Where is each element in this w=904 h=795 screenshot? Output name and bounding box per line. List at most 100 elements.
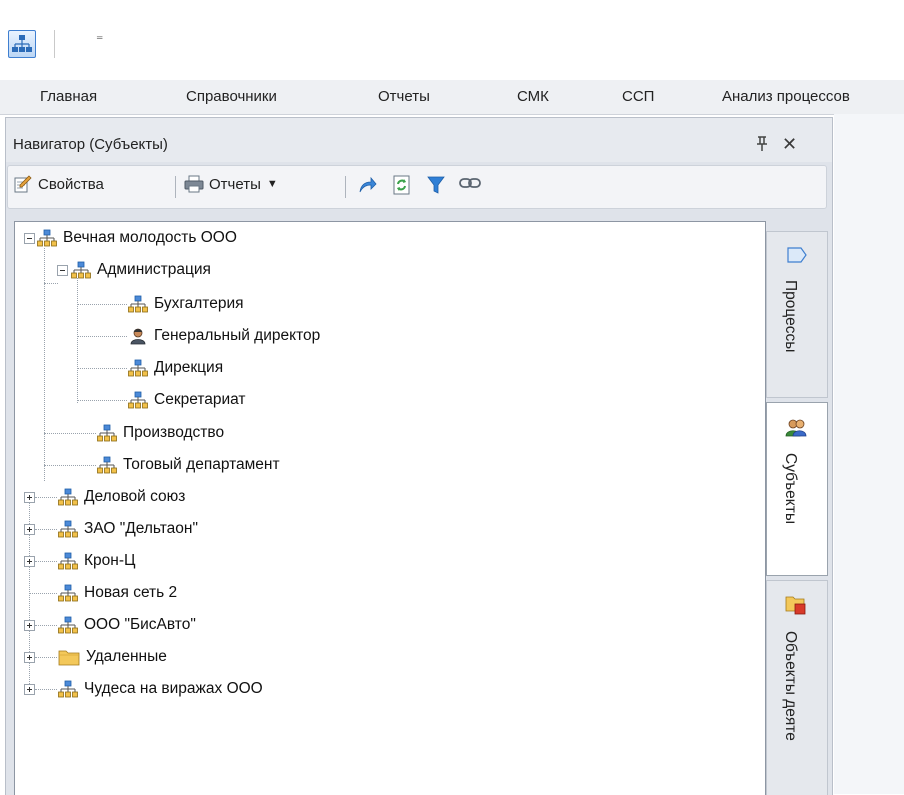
tree-node-label: Удаленные [86,648,167,665]
objects-icon [785,596,806,615]
tab-qms[interactable]: СМК [517,88,549,105]
tree-node-label: Бухгалтерия [154,295,244,312]
tree-node-label: ЗАО "Дельтаон" [84,520,198,537]
expand-icon[interactable] [24,652,35,663]
pin-icon[interactable] [755,136,769,152]
tree-node-label: Вечная молодость ООО [63,229,237,246]
tree-connector [35,529,57,530]
tree-node[interactable]: Вечная молодость ООО [37,227,237,249]
tree-node[interactable]: Дирекция [128,357,223,379]
panel-header: Навигатор (Субъекты) ✕ [6,118,832,162]
org-icon [97,456,117,474]
properties-icon [14,175,32,193]
filter-button[interactable] [427,175,445,195]
tree-node[interactable]: Производство [97,422,224,444]
tree-connector [29,593,57,594]
expand-icon[interactable] [24,492,35,503]
tree-connector [44,465,96,466]
go-to-button[interactable] [357,175,377,195]
org-icon [58,552,78,570]
tab-home[interactable]: Главная [40,88,97,105]
tab-bsc[interactable]: ССП [622,88,654,105]
close-icon[interactable]: ✕ [782,135,797,153]
tree-connector [77,400,127,401]
app-icon[interactable] [8,30,36,58]
tree-node[interactable]: Новая сеть 2 [58,582,177,604]
org-icon [128,295,148,313]
reports-label: Отчеты [209,175,261,193]
tree-connector [77,304,127,305]
tree-node-label: Генеральный директор [154,327,321,344]
tree-node[interactable]: Генеральный директор [128,325,320,347]
chevron-down-icon: ▼ [266,178,278,190]
quick-access-bar: ₌ [0,0,904,80]
tree-node-label: Администрация [97,261,211,278]
tree-node[interactable]: Тоговый департамент [97,454,280,476]
tree-node[interactable]: Чудеса на виражах ООО [58,678,263,700]
panel-title: Навигатор (Субъекты) [13,136,168,153]
link-button[interactable] [459,175,481,191]
folder-icon [58,650,80,666]
tree-node-label: Новая сеть 2 [84,584,178,601]
tree-node-label: Секретариат [154,391,246,408]
tree-node[interactable]: Деловой союз [58,486,185,508]
tree-node-label: Дирекция [154,359,224,376]
expand-icon[interactable] [24,556,35,567]
tab-process-analysis[interactable]: Анализ процессов [722,88,850,105]
quick-access-separator [54,30,55,58]
tab-reports[interactable]: Отчеты [378,88,430,105]
org-icon [58,488,78,506]
main-area [834,114,904,794]
tab-subjects[interactable]: Субъекты [766,402,828,576]
tree-node-label: Крон-Ц [84,552,136,569]
redo-arrow-icon [359,176,377,193]
tree-connector [35,689,57,690]
org-icon [58,680,78,698]
expand-icon[interactable] [24,684,35,695]
tree-node[interactable]: ООО "БисАвто" [58,614,196,636]
org-icon [97,424,117,442]
tree-node[interactable]: ЗАО "Дельтаон" [58,518,198,540]
tree-node-label: Производство [123,424,225,441]
tree-connector [44,433,96,434]
person-icon [130,328,146,345]
tree-node[interactable]: Крон-Ц [58,550,135,572]
tree-connector [35,625,57,626]
tab-directories[interactable]: Справочники [186,88,277,105]
org-icon [128,391,148,409]
tree-node[interactable]: Бухгалтерия [128,293,244,315]
customize-quick-access-icon[interactable]: ₌ [96,28,103,42]
link-icon [459,178,481,188]
process-icon [787,247,807,263]
toolbar-separator [345,176,346,198]
tree-node-label: Чудеса на виражах ООО [84,680,263,697]
tab-activity-objects-label: Объекты деяте [782,631,799,741]
tree-node[interactable]: Секретариат [128,389,246,411]
subjects-tree: Вечная молодость ООО Администрация Бухга… [14,221,766,795]
tree-connector [77,336,127,337]
tree-connector [35,561,57,562]
properties-button[interactable]: Свойства [14,175,104,193]
tab-activity-objects[interactable]: Объекты деяте [766,580,828,795]
filter-icon [427,176,445,194]
tree-node-label: ООО "БисАвто" [84,616,196,633]
expand-icon[interactable] [24,620,35,631]
collapse-icon[interactable] [24,233,35,244]
ribbon-tabs: Главная Справочники Отчеты СМК ССП Анали… [0,80,904,115]
side-tabs: Процессы Субъекты Объекты деяте [766,221,830,795]
tab-subjects-label: Субъекты [782,453,799,524]
tree-node[interactable]: Удаленные [58,646,167,668]
toolbar-separator [175,176,176,198]
properties-label: Свойства [38,175,104,193]
expand-icon[interactable] [24,524,35,535]
tree-node-label: Деловой союз [84,488,186,505]
tab-processes-label: Процессы [782,280,799,353]
org-icon [58,520,78,538]
reports-dropdown-button[interactable]: Отчеты ▼ [184,175,278,193]
tree-node[interactable]: Администрация [71,259,211,281]
tab-processes[interactable]: Процессы [766,231,828,398]
collapse-icon[interactable] [57,265,68,276]
tree-connector [35,657,57,658]
refresh-button[interactable] [393,175,411,195]
tree-connector [35,497,57,498]
